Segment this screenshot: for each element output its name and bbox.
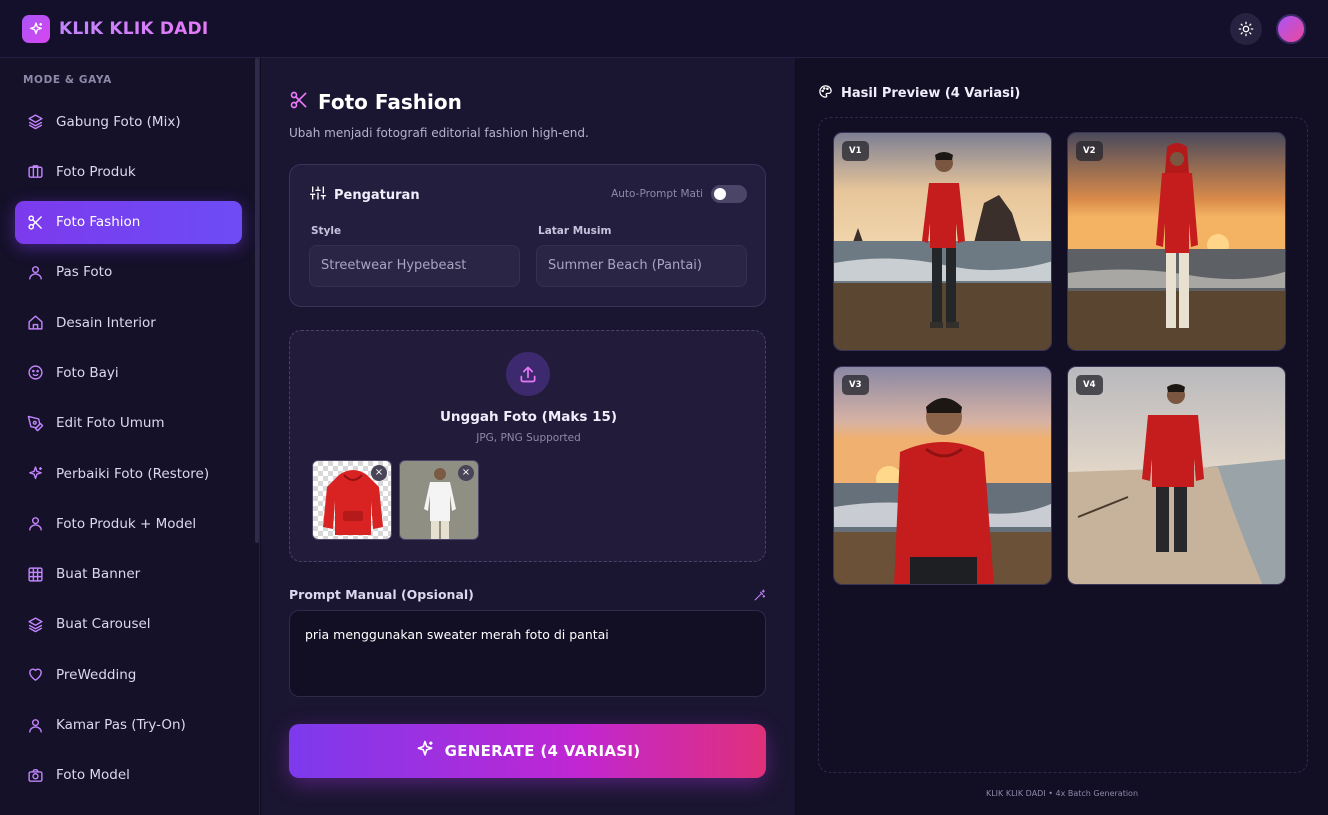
- settings-title: Pengaturan: [334, 187, 420, 203]
- sidebar-item-label: Foto Produk + Model: [56, 515, 197, 532]
- scissors-icon: [289, 90, 309, 114]
- scissors-icon: [26, 213, 44, 231]
- preview-panel: Hasil Preview (4 Variasi) V1 V2 V3 V4 KL…: [796, 58, 1328, 815]
- sidebar-section-label: MODE & GAYA: [23, 74, 112, 86]
- sidebar-item-buat-carousel[interactable]: Buat Carousel: [15, 603, 242, 646]
- preview-variant[interactable]: V2: [1067, 132, 1286, 351]
- style-select[interactable]: Streetwear Hypebeast: [309, 245, 520, 287]
- page-title: Foto Fashion: [318, 90, 462, 114]
- sidebar-item-foto-model[interactable]: Foto Model: [15, 754, 242, 797]
- generate-label: GENERATE (4 VARIASI): [444, 742, 641, 760]
- variant-image: [834, 133, 1051, 350]
- season-label: Latar Musim: [538, 225, 612, 237]
- sparkles-icon: [26, 465, 44, 483]
- sidebar-item-label: Buat Banner: [56, 566, 141, 583]
- sidebar-item-label: Desain Interior: [56, 314, 156, 331]
- sidebar-item-label: PreWedding: [56, 666, 137, 683]
- sidebar-item-pas-foto[interactable]: Pas Foto: [15, 251, 242, 294]
- variant-image: [1068, 367, 1285, 584]
- theme-toggle-button[interactable]: [1230, 12, 1262, 45]
- variant-image: [1068, 133, 1285, 350]
- variant-badge: V3: [842, 375, 869, 395]
- variant-image: [834, 367, 1051, 584]
- variant-badge: V4: [1076, 375, 1103, 395]
- sidebar-scrollbar[interactable]: [255, 58, 259, 543]
- sidebar-item-label: Perbaiki Foto (Restore): [56, 465, 210, 482]
- app-header: KLIK KLIK DADI: [0, 0, 1328, 58]
- style-label: Style: [311, 225, 342, 237]
- grid-icon: [26, 565, 44, 583]
- heart-icon: [26, 666, 44, 684]
- upload-subtitle: JPG, PNG Supported: [476, 432, 581, 444]
- user-avatar[interactable]: [1276, 13, 1306, 44]
- settings-card: Pengaturan Auto-Prompt Mati Style Street…: [289, 164, 766, 307]
- prompt-label: Prompt Manual (Opsional): [289, 587, 474, 602]
- preview-variant[interactable]: V3: [833, 366, 1052, 585]
- sidebar-item-foto-produk-model[interactable]: Foto Produk + Model: [15, 502, 242, 545]
- user-icon: [26, 716, 44, 734]
- footer-note: KLIK KLIK DADI • 4x Batch Generation: [985, 789, 1139, 798]
- preview-variant[interactable]: V4: [1067, 366, 1286, 585]
- sun-icon: [1238, 21, 1254, 36]
- sidebar-item-label: Buat Carousel: [56, 616, 151, 633]
- variant-badge: V2: [1076, 141, 1103, 161]
- sparkles-icon: [415, 739, 435, 763]
- baby-icon: [26, 364, 44, 382]
- pen-icon: [26, 414, 44, 432]
- preview-variant[interactable]: V1: [833, 132, 1052, 351]
- upload-title: Unggah Foto (Maks 15): [439, 409, 618, 425]
- season-select[interactable]: Summer Beach (Pantai): [536, 245, 747, 287]
- generate-button[interactable]: GENERATE (4 VARIASI): [289, 724, 766, 778]
- sidebar-item-foto-produk[interactable]: Foto Produk: [15, 150, 242, 193]
- sidebar-item-gabung-foto[interactable]: Gabung Foto (Mix): [15, 100, 242, 143]
- upload-icon: [506, 352, 550, 396]
- app-title: KLIK KLIK DADI: [59, 18, 209, 39]
- sidebar-item-label: Foto Bayi: [56, 364, 119, 381]
- magic-wand-icon[interactable]: [753, 587, 766, 606]
- palette-icon: [818, 84, 833, 103]
- upload-dropzone[interactable]: Unggah Foto (Maks 15) JPG, PNG Supported…: [289, 330, 766, 562]
- page-subtitle: Ubah menjadi fotografi editorial fashion…: [289, 126, 589, 140]
- auto-prompt-toggle[interactable]: [711, 185, 747, 203]
- sidebar-item-perbaiki-foto[interactable]: Perbaiki Foto (Restore): [15, 452, 242, 495]
- prompt-textarea[interactable]: pria menggunakan sweater merah foto di p…: [289, 610, 766, 697]
- preview-title: Hasil Preview (4 Variasi): [841, 86, 1021, 101]
- auto-prompt-label: Auto-Prompt Mati: [611, 188, 703, 200]
- sidebar-item-edit-foto-umum[interactable]: Edit Foto Umum: [15, 402, 242, 445]
- sidebar-item-label: Foto Fashion: [56, 214, 141, 231]
- sidebar-item-foto-fashion[interactable]: Foto Fashion: [15, 200, 242, 244]
- sidebar-item-kamar-pas[interactable]: Kamar Pas (Try-On): [15, 704, 242, 747]
- sparkles-logo-icon: [22, 14, 50, 43]
- remove-file-button[interactable]: ×: [371, 465, 387, 481]
- sidebar-item-label: Pas Foto: [56, 264, 113, 281]
- user-icon: [26, 515, 44, 533]
- sidebar-item-prewedding[interactable]: PreWedding: [15, 653, 242, 696]
- uploaded-thumbnail[interactable]: ×: [399, 460, 479, 540]
- sidebar-item-label: Foto Produk: [56, 163, 136, 180]
- box-icon: [26, 163, 44, 181]
- camera-icon: [26, 766, 44, 784]
- sidebar-item-buat-banner[interactable]: Buat Banner: [15, 553, 242, 596]
- layers-icon: [26, 615, 44, 633]
- remove-file-button[interactable]: ×: [458, 465, 474, 481]
- main-panel: Foto Fashion Ubah menjadi fotografi edit…: [261, 58, 795, 815]
- sidebar-item-label: Foto Model: [56, 767, 130, 784]
- sidebar-item-label: Gabung Foto (Mix): [56, 113, 181, 130]
- sliders-icon: [310, 185, 326, 205]
- brand[interactable]: KLIK KLIK DADI: [22, 14, 209, 43]
- sidebar-item-foto-bayi[interactable]: Foto Bayi: [15, 351, 242, 394]
- sidebar-item-label: Edit Foto Umum: [56, 415, 165, 432]
- user-icon: [26, 263, 44, 281]
- layers-icon: [26, 113, 44, 131]
- variant-badge: V1: [842, 141, 869, 161]
- home-icon: [26, 314, 44, 332]
- sidebar: MODE & GAYA Gabung Foto (Mix) Foto Produ…: [0, 58, 260, 815]
- uploaded-thumbnail[interactable]: ×: [312, 460, 392, 540]
- sidebar-item-desain-interior[interactable]: Desain Interior: [15, 301, 242, 344]
- sidebar-item-label: Kamar Pas (Try-On): [56, 717, 186, 734]
